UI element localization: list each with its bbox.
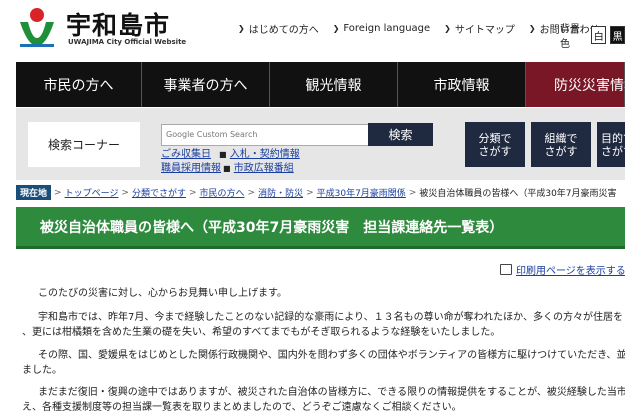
quick-link-garbage[interactable]: ごみ収集日 (161, 149, 211, 160)
print-link-label[interactable]: 印刷用ページを表示する (516, 262, 625, 277)
bg-white-button[interactable]: 白 (591, 26, 607, 44)
paragraph: まだまだ復旧・復興の途中ではありますが、被災された自治体の皆様方に、できる限りの… (38, 387, 625, 398)
printer-icon (500, 264, 512, 275)
arrow-right-icon: ❯ (238, 24, 245, 33)
paragraph: 宇和島市では、昨年7月、今まで経験したことのない記録的な豪雨により、１３名もの尊… (38, 312, 623, 323)
nav-citizens[interactable]: 市民の方へ (16, 62, 142, 107)
paragraph: 、更には柑橘類を含めた生業の礎を失い、希望のすべてまでもがそぎ取られるような経験… (22, 327, 501, 338)
breadcrumb-fire-disaster[interactable]: 消防・防災 (258, 186, 303, 199)
square-bullet-icon: ■ (219, 150, 227, 159)
arrow-right-icon: ❯ (528, 24, 536, 33)
search-by-category-button[interactable]: 分類で さがす (465, 122, 525, 167)
search-by-organization-button[interactable]: 組織で さがす (531, 122, 591, 167)
print-link[interactable]: 印刷用ページを表示する (500, 262, 625, 277)
breadcrumb-current: 被災自治体職員の皆様へ（平成30年7月豪雨災害 担 (419, 189, 625, 199)
quick-links: ごみ収集日 ■ 入札・契約情報 職員採用情報 ■ 市政広報番組 (161, 148, 308, 176)
quick-link-pr-program[interactable]: 市政広報番組 (234, 163, 294, 174)
quick-link-recruitment[interactable]: 職員採用情報 (161, 163, 221, 174)
top-link-beginners[interactable]: ❯ はじめての方へ (238, 21, 319, 36)
top-links: ❯ はじめての方へ ❯ Foreign language ❯ サイトマップ ❯ お問い合… (238, 21, 600, 36)
breadcrumb-citizens[interactable]: 市民の方へ (200, 186, 245, 199)
site-subtitle: UWAJIMA City Official Website (68, 38, 187, 46)
arrow-right-icon: ❯ (444, 24, 451, 33)
nav-tourism[interactable]: 観光情報 (270, 62, 398, 107)
nav-business[interactable]: 事業者の方へ (142, 62, 270, 107)
top-link-sitemap[interactable]: ❯ サイトマップ (444, 21, 515, 36)
background-color-switcher: 背景色 白 黒 (560, 20, 625, 50)
city-logo-icon[interactable] (16, 6, 58, 48)
bg-black-button[interactable]: 黒 (610, 26, 625, 44)
breadcrumb-heavy-rain[interactable]: 平成30年7月豪雨関係 (317, 186, 406, 199)
search-button[interactable]: 検索 (368, 123, 433, 146)
paragraph: このたびの災害に対し、心からお見舞い申し上げます。 (38, 288, 287, 299)
global-nav: 市民の方へ 事業者の方へ 観光情報 市政情報 防災災害情報 (16, 62, 625, 107)
paragraph: え、各種支援制度等の担当課一覧表を取りまとめましたので、どうぞご遠慮なくご相談く… (22, 402, 462, 413)
breadcrumb-top[interactable]: トップページ (65, 186, 119, 199)
breadcrumb-current-location-tag: 現在地 (16, 185, 52, 200)
paragraph: ました。 (22, 365, 62, 376)
square-bullet-icon: ■ (223, 164, 231, 173)
nav-disaster[interactable]: 防災災害情報 (526, 62, 625, 107)
page-title: 被災自治体職員の皆様へ（平成30年7月豪雨災害 担当課連絡先一覧表） (16, 207, 625, 249)
arrow-right-icon: ❯ (332, 24, 340, 33)
search-input[interactable]: Google Custom Search (161, 124, 372, 146)
search-by-purpose-button[interactable]: 目的で さがす (597, 122, 625, 167)
search-corner-label: 検索コーナー (28, 122, 140, 167)
breadcrumb-by-category[interactable]: 分類でさがす (132, 186, 186, 199)
quick-link-bidding[interactable]: 入札・契約情報 (230, 149, 300, 160)
breadcrumb: 現在地 > トップページ > 分類でさがす > 市民の方へ > 消防・防災 > 平成30年… (16, 185, 625, 200)
nav-city-admin[interactable]: 市政情報 (398, 62, 526, 107)
bg-color-label: 背景色 (560, 24, 580, 50)
site-name[interactable]: 宇和島市 (66, 6, 170, 42)
paragraph: その際、国、愛媛県をはじめとした関係行政機関や、国内外を問わず多くの団体やボラン… (38, 350, 625, 361)
top-link-foreign-language[interactable]: ❯ Foreign language (333, 21, 430, 36)
